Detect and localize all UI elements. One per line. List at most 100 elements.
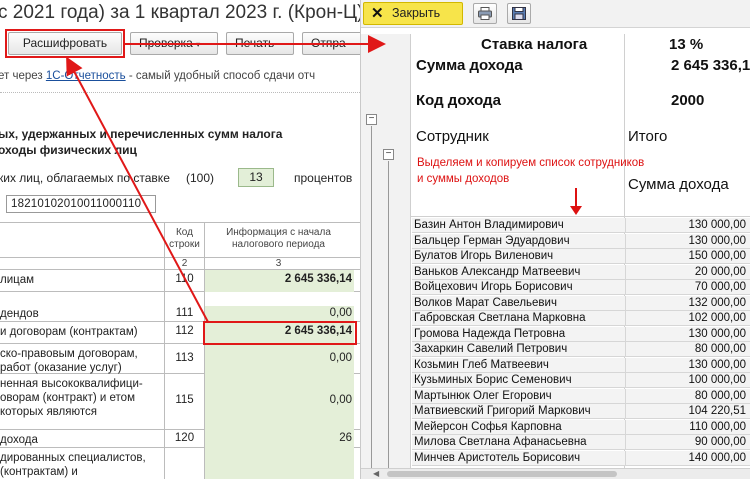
employee-amount: 80 000,00 bbox=[625, 388, 747, 403]
employee-amount: 102 000,00 bbox=[625, 311, 747, 325]
tax-rate-label: Ставка налога bbox=[481, 36, 588, 53]
row-code: 111 bbox=[164, 306, 204, 322]
table-row[interactable]: Войцехович Игорь Борисович 70 000,00 bbox=[412, 280, 750, 296]
table-row: дированных специалистов, (контрактам) и bbox=[0, 448, 360, 479]
employee-column-header: Сотрудник bbox=[416, 128, 489, 145]
table-row: дендов 111 0,00 bbox=[0, 306, 360, 322]
reporting-link[interactable]: 1С-Отчетность bbox=[46, 70, 126, 82]
table-row[interactable]: Мейерсон Софья Карповна 110 000,00 bbox=[412, 419, 750, 435]
table-row[interactable]: Мартынюк Олег Егорович 80 000,00 bbox=[412, 388, 750, 404]
employee-amount: 100 000,00 bbox=[625, 373, 747, 387]
instruction-note: Выделяем и копируем список сотрудников и… bbox=[417, 155, 644, 187]
table-row[interactable]: Бальцер Герман Эдуардович 130 000,00 bbox=[412, 233, 750, 249]
income-sum-value: 2 645 336,1 bbox=[671, 57, 750, 74]
note-line: и суммы доходов bbox=[417, 173, 510, 185]
table-row: ско-правовым договорам, работ (оказание … bbox=[0, 344, 360, 374]
group-line bbox=[388, 161, 389, 476]
row-label: дированных специалистов, (контрактам) и bbox=[0, 452, 146, 478]
decode-button[interactable]: Расшифровать bbox=[8, 32, 122, 55]
col-number-2: 2 bbox=[164, 258, 204, 270]
check-button[interactable]: Проверка ▾ bbox=[130, 32, 218, 55]
table-row[interactable]: Ваньков Александр Матвеевич 20 000,00 bbox=[412, 264, 750, 280]
employee-name: Мартынюк Олег Егорович bbox=[414, 389, 552, 402]
employee-name: Волков Марат Савельевич bbox=[414, 296, 557, 309]
table-row[interactable]: Матвиевский Григорий Маркович 104 220,51 bbox=[412, 404, 750, 420]
employee-amount: 130 000,00 bbox=[625, 357, 747, 372]
horizontal-scrollbar[interactable]: ◀ bbox=[361, 468, 750, 479]
table-row[interactable]: Булатов Игорь Виленович 150 000,00 bbox=[412, 249, 750, 265]
scrollbar-thumb[interactable] bbox=[387, 471, 617, 477]
row-value[interactable]: 26 bbox=[204, 430, 354, 448]
send-button[interactable]: Отпра bbox=[302, 32, 360, 55]
close-button-label: Закрыть bbox=[392, 6, 441, 20]
employee-name: Базин Антон Владимирович bbox=[414, 219, 564, 231]
row-code: 110 bbox=[164, 270, 204, 292]
report-toolbar: ✕ Закрыть bbox=[361, 0, 750, 28]
collapse-minus-icon[interactable]: − bbox=[383, 149, 394, 160]
table-row: и договорам (контрактам) 112 2 645 336,1… bbox=[0, 322, 360, 344]
collapse-minus-icon[interactable]: − bbox=[366, 114, 377, 125]
employee-name: Кузьминых Борис Семенович bbox=[414, 374, 572, 386]
tax-rate-value: 13 % bbox=[669, 36, 704, 53]
header-divider bbox=[411, 216, 750, 217]
table-row[interactable]: Кузьминых Борис Семенович 100 000,00 bbox=[412, 373, 750, 389]
employee-name: Милова Светлана Афанасьевна bbox=[414, 436, 587, 448]
table-row[interactable]: Минчев Аристотель Борисович 140 000,00 bbox=[412, 450, 750, 466]
close-button[interactable]: ✕ Закрыть bbox=[363, 2, 463, 25]
col-number-3: 3 bbox=[204, 258, 354, 270]
employee-name: Мейерсон Софья Карповна bbox=[414, 420, 562, 433]
employee-amount: 20 000,00 bbox=[625, 264, 747, 279]
row-label: и договорам (контрактам) bbox=[0, 326, 138, 338]
table-row[interactable]: Громова Надежда Петровна 130 000,00 bbox=[412, 326, 750, 342]
employee-name: Матвиевский Григорий Маркович bbox=[414, 405, 591, 417]
divider bbox=[0, 92, 360, 93]
row-value[interactable]: 0,00 bbox=[204, 374, 354, 430]
rate-label: ких лиц, облагаемых по ставке bbox=[0, 171, 170, 185]
note-line: Выделяем и копируем список сотрудников bbox=[417, 157, 645, 169]
section-heading-line1: ых, удержанных и перечисленных сумм нало… bbox=[0, 127, 283, 141]
dropdown-arrow-icon: ▾ bbox=[196, 40, 201, 49]
row-value[interactable]: 2 645 336,14 bbox=[204, 270, 354, 292]
income-code-value: 2000 bbox=[671, 92, 705, 109]
row-value[interactable]: 0,00 bbox=[204, 344, 354, 374]
table-row[interactable]: Милова Светлана Афанасьевна 90 000,00 bbox=[412, 435, 750, 451]
row-value[interactable]: 2 645 336,14 bbox=[204, 322, 354, 344]
table-row[interactable]: Козьмин Глеб Матвеевич 130 000,00 bbox=[412, 357, 750, 373]
header-code: Код строки bbox=[164, 223, 204, 259]
table-row[interactable]: Габровская Светлана Марковна 102 000,00 bbox=[412, 311, 750, 327]
row-value[interactable]: 0,00 bbox=[204, 306, 354, 322]
floppy-save-icon[interactable] bbox=[507, 3, 531, 24]
employee-amount: 130 000,00 bbox=[625, 218, 747, 232]
table-row[interactable]: Базин Антон Владимирович 130 000,00 bbox=[412, 218, 750, 234]
employee-amount: 140 000,00 bbox=[625, 450, 747, 465]
table-row[interactable]: Волков Марат Савельевич 132 000,00 bbox=[412, 295, 750, 311]
employee-amount: 130 000,00 bbox=[625, 326, 747, 341]
row-label: ско-правовым договорам, работ (оказание … bbox=[0, 348, 138, 374]
table-number-row: 2 3 bbox=[0, 258, 360, 270]
declaration-form-panel: с 2021 года) за 1 квартал 2023 г. (Крон-… bbox=[0, 0, 360, 479]
row-label: лицам bbox=[0, 274, 35, 286]
printer-icon[interactable] bbox=[473, 3, 497, 24]
row-code: 112 bbox=[164, 322, 204, 344]
employee-amount: 150 000,00 bbox=[625, 249, 747, 263]
document-title: с 2021 года) за 1 квартал 2023 г. (Крон-… bbox=[0, 2, 360, 23]
close-icon: ✕ bbox=[371, 5, 384, 22]
row-code: 115 bbox=[164, 374, 204, 430]
kbk-field[interactable]: 18210102010011000110 bbox=[6, 195, 156, 213]
print-button[interactable]: Печать bbox=[226, 32, 294, 55]
header-blank bbox=[0, 223, 164, 259]
section-heading-line2: оходы физических лиц bbox=[0, 143, 137, 157]
row-value[interactable] bbox=[204, 448, 354, 479]
row-label: дендов bbox=[0, 308, 39, 320]
employee-name: Козьмин Глеб Матвеевич bbox=[414, 358, 549, 371]
income-sum-label: Сумма дохода bbox=[416, 57, 523, 74]
table-row[interactable]: Захаркин Савелий Петрович 80 000,00 bbox=[412, 342, 750, 358]
rate-value-field[interactable]: 13 bbox=[238, 168, 274, 187]
scroll-left-icon[interactable]: ◀ bbox=[373, 469, 379, 478]
row-code: 113 bbox=[164, 344, 204, 374]
employee-name: Захаркин Савелий Петрович bbox=[414, 343, 568, 355]
table-header: Код строки Информация с начала налоговог… bbox=[0, 222, 360, 259]
employee-name: Бальцер Герман Эдуардович bbox=[414, 234, 570, 247]
employee-name: Булатов Игорь Виленович bbox=[414, 250, 554, 262]
employee-amount: 110 000,00 bbox=[625, 419, 747, 434]
